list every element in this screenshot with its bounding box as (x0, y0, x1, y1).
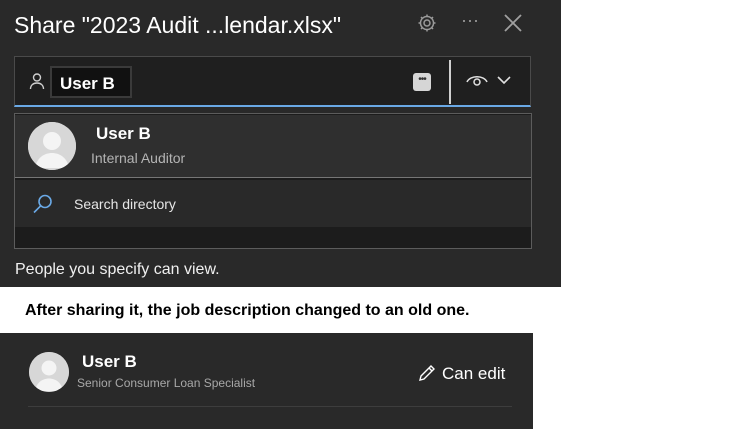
suggestion-description: Internal Auditor (91, 150, 186, 166)
row-divider (28, 406, 512, 407)
input-divider (449, 60, 451, 104)
pencil-icon[interactable] (417, 363, 437, 383)
avatar (28, 122, 76, 170)
close-icon[interactable] (502, 12, 524, 34)
search-icon (32, 193, 54, 215)
more-icon[interactable]: ··· (458, 8, 482, 32)
search-directory-label: Search directory (74, 196, 176, 212)
eye-icon[interactable] (466, 72, 488, 88)
person-icon (28, 72, 46, 90)
suggestion-name: User B (96, 124, 151, 143)
shared-user-name: User B (82, 352, 137, 371)
recipient-token-label: User B (60, 74, 115, 93)
gear-icon[interactable] (416, 12, 438, 34)
annotation-text: After sharing it, the job description ch… (25, 302, 470, 319)
dialog-title: Share "2023 Audit ...lendar.xlsx" (14, 12, 342, 38)
chevron-down-icon[interactable] (496, 72, 512, 88)
avatar (29, 352, 69, 392)
permission-note: People you specify can view. (15, 261, 220, 278)
ellipsis-icon[interactable]: ••• (413, 73, 431, 91)
permission-button[interactable]: Can edit (442, 364, 505, 384)
shared-user-description: Senior Consumer Loan Specialist (77, 376, 256, 390)
suggestion-item[interactable] (15, 115, 531, 178)
